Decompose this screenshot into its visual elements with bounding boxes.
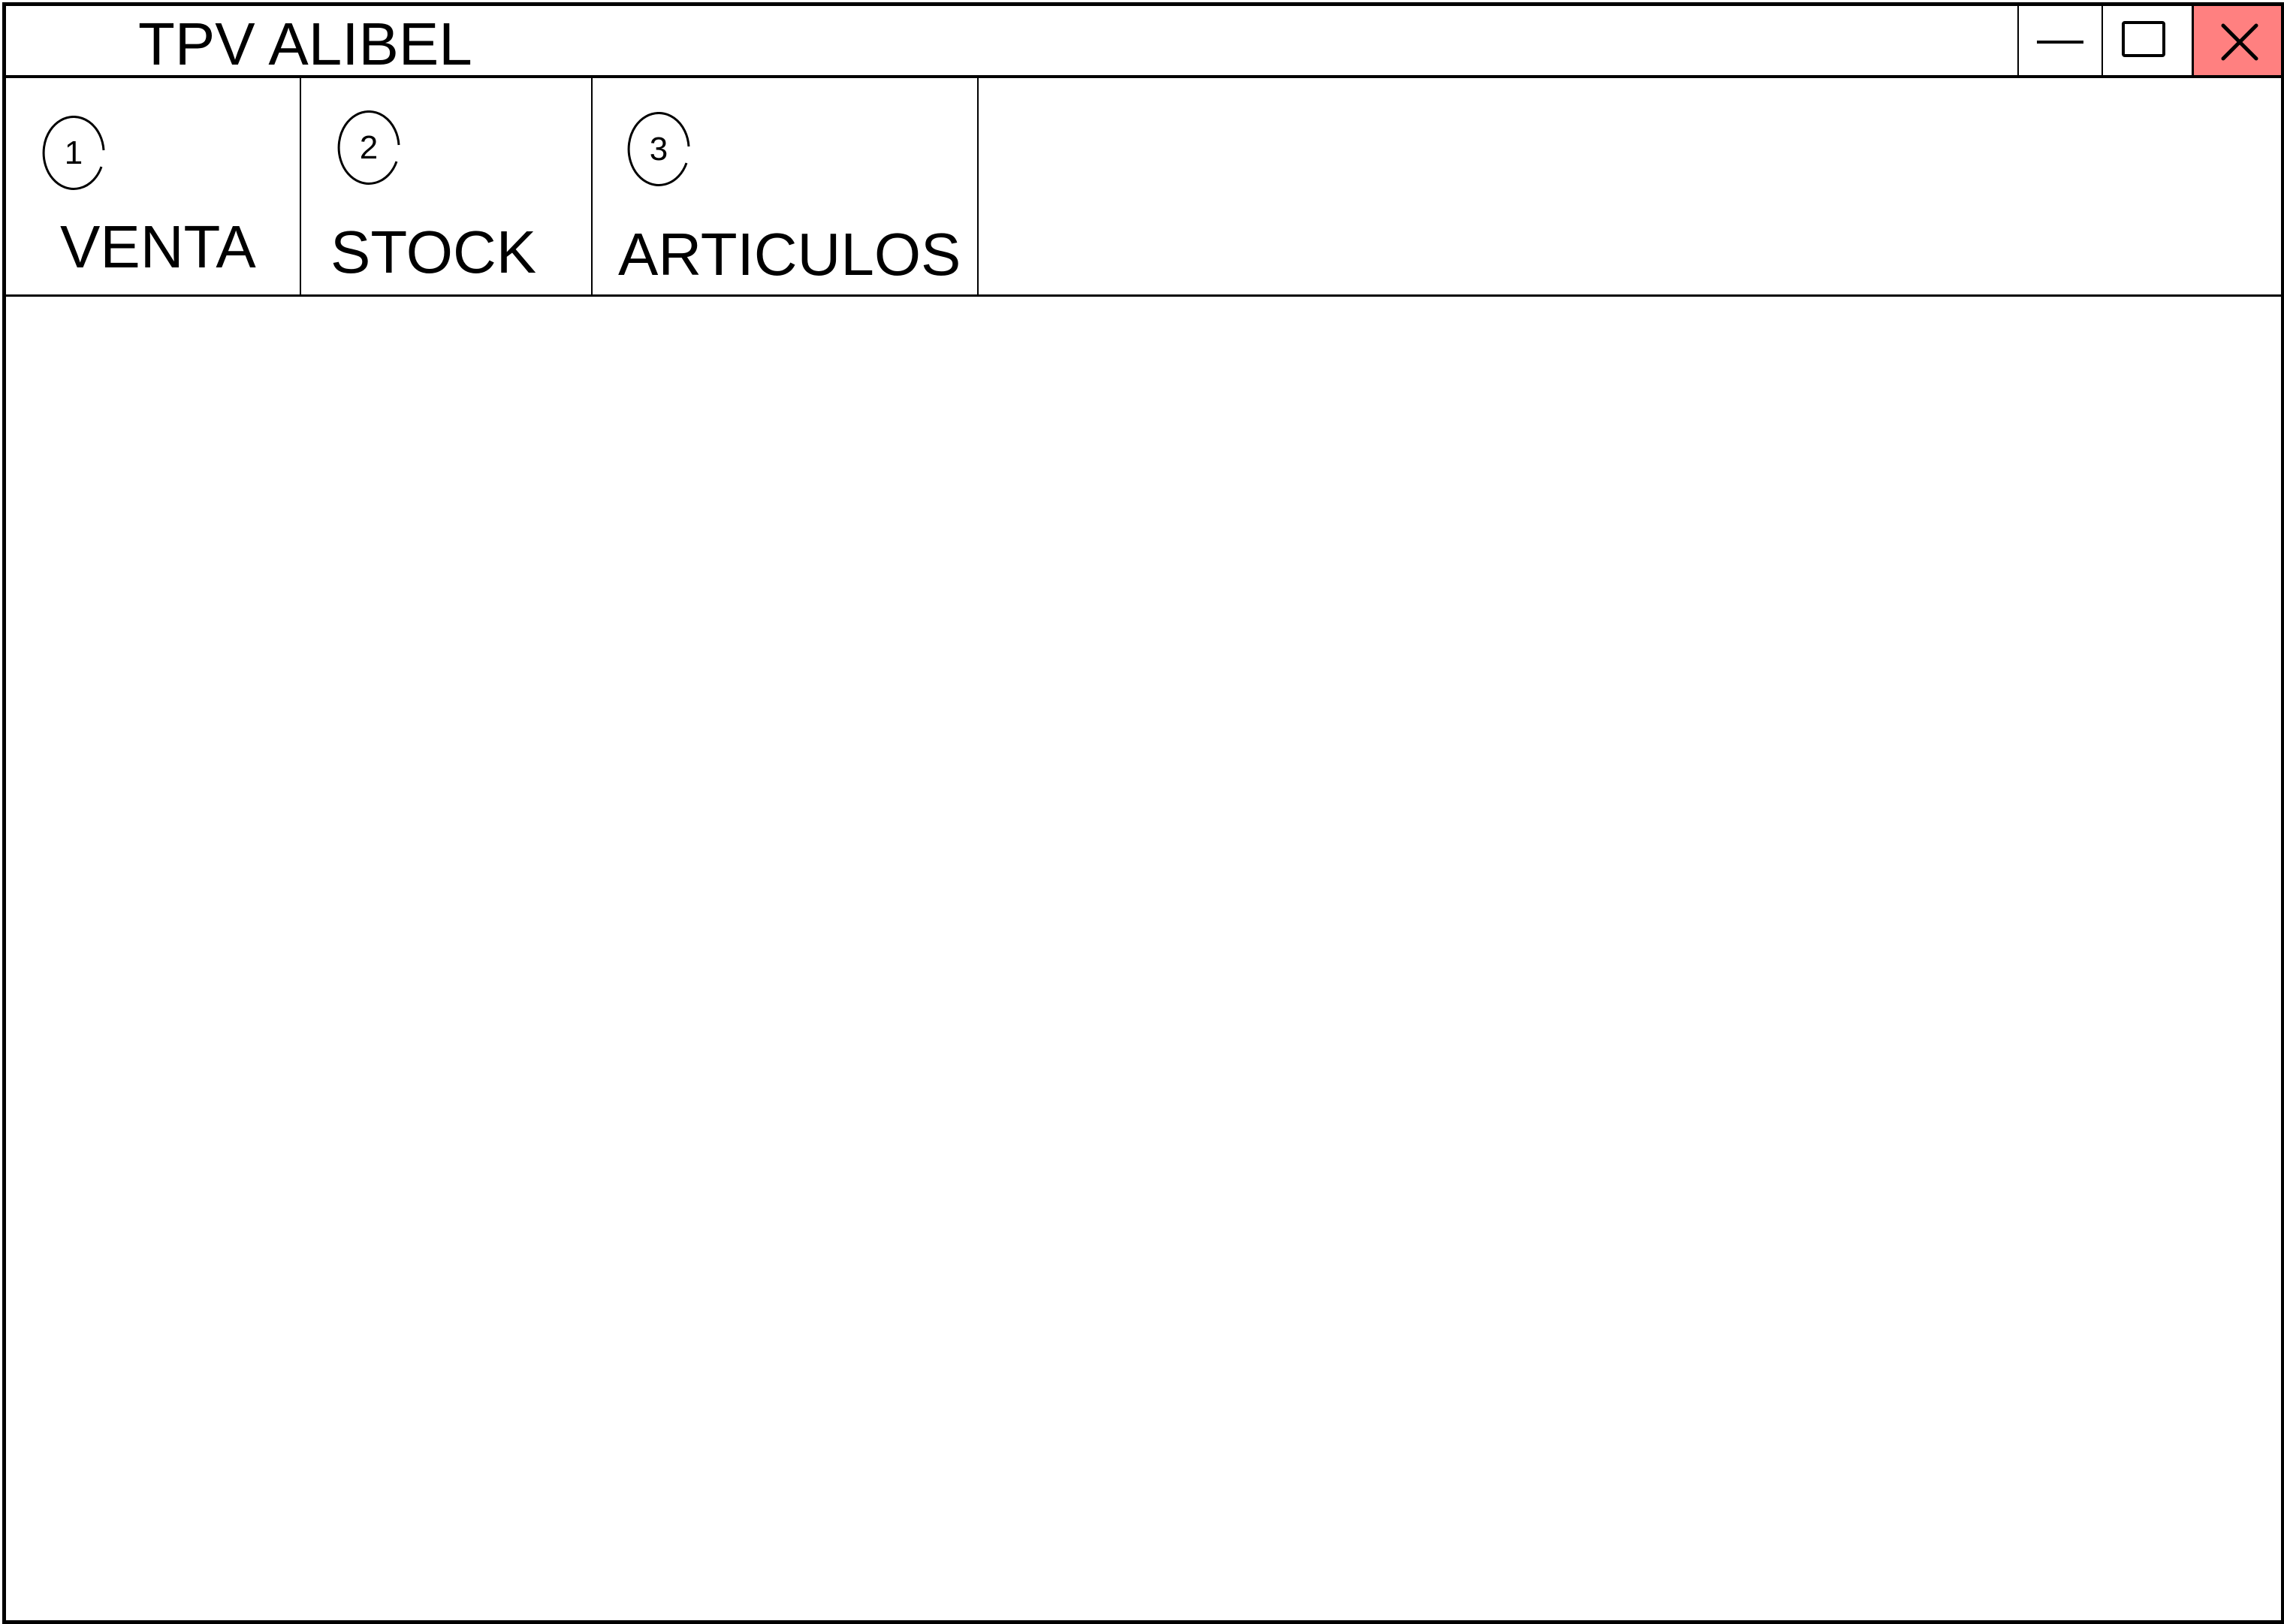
- maximize-icon: [2122, 21, 2165, 57]
- tab-shortcut-number: 1: [64, 134, 83, 171]
- tab-shortcut-number: 2: [359, 129, 379, 166]
- minimize-icon: [2037, 41, 2083, 44]
- shortcut-key-2-icon: 2: [337, 110, 400, 186]
- maximize-button[interactable]: [2101, 6, 2192, 75]
- shortcut-key-3-icon: 3: [627, 112, 690, 187]
- tab-bar: 1 VENTA 2 STOCK 3 ARTICULOS: [6, 78, 2281, 297]
- tab-shortcut-number: 3: [649, 131, 668, 168]
- close-button[interactable]: [2192, 6, 2281, 75]
- shortcut-key-1-icon: 1: [42, 116, 105, 191]
- tab-venta[interactable]: 1 VENTA: [6, 78, 301, 294]
- window-title: TPV ALIBEL: [138, 11, 472, 77]
- minimize-button[interactable]: [2017, 6, 2101, 75]
- tab-stock[interactable]: 2 STOCK: [301, 78, 593, 294]
- tab-label: STOCK: [330, 219, 537, 285]
- content-area: [6, 297, 2281, 1620]
- app-window: TPV ALIBEL 1 VENTA 2 STOCK 3 ARTICULOS: [2, 2, 2284, 1624]
- title-bar[interactable]: TPV ALIBEL: [6, 6, 2281, 78]
- tab-label: VENTA: [60, 213, 256, 280]
- tab-articulos[interactable]: 3 ARTICULOS: [593, 78, 979, 294]
- tab-label: ARTICULOS: [618, 221, 961, 288]
- close-icon: [2221, 23, 2258, 61]
